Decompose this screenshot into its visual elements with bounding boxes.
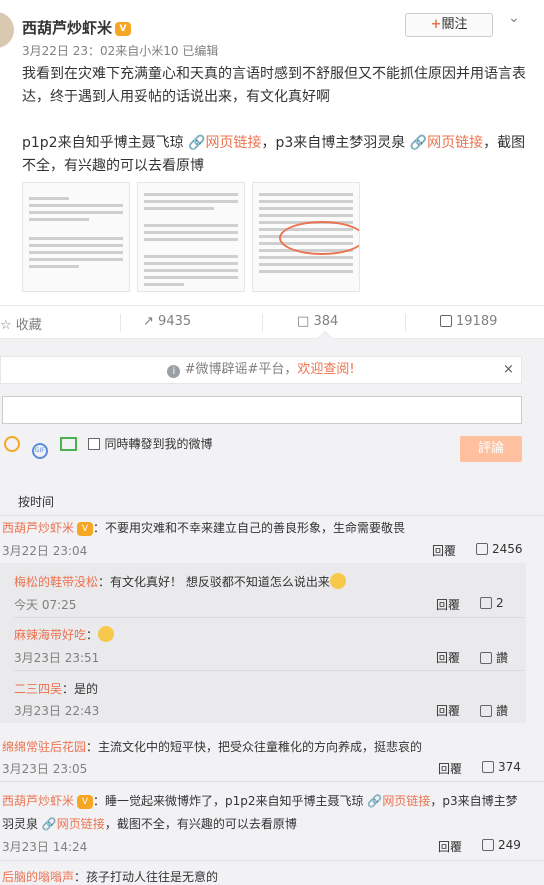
image-icon[interactable]: [59, 437, 77, 451]
thumbnail-1[interactable]: [22, 182, 130, 292]
reply-button[interactable]: 回覆: [436, 649, 460, 666]
comment-author[interactable]: 绵绵常驻后花园: [2, 740, 86, 754]
web-link-1[interactable]: 🔗网页链接: [188, 135, 261, 151]
comment-item: 绵绵常驻后花园：主流文化中的短平快，把受众往童稚化的方向养成，挺悲哀的: [2, 740, 423, 754]
comment-item: 后脑的嗡嗡声：孩子打动人往往是无意的: [2, 870, 219, 884]
comment-input[interactable]: [2, 396, 522, 424]
rumor-notice[interactable]: i #微博辟谣#平台，欢迎查阅!: [0, 356, 522, 384]
avatar[interactable]: [0, 12, 14, 48]
comment-author[interactable]: 西葫芦炒虾米: [2, 521, 74, 535]
submit-comment-button[interactable]: 評論: [460, 436, 522, 462]
thumbs-up-icon: [482, 761, 494, 773]
thumbnail-2[interactable]: [137, 182, 245, 292]
post-text: 我看到在灾难下充满童心和天真的言语时感到不舒服但又不能抓住原因并用语言表达，终于…: [22, 66, 526, 105]
comment-date: 3月22日 23:04: [2, 544, 88, 558]
reply-item: 麻辣海带好吃：: [14, 626, 115, 643]
comment-like-button[interactable]: 讚: [480, 649, 508, 666]
reply-button[interactable]: 回覆: [438, 838, 462, 855]
web-link-2[interactable]: 🔗网页链接: [410, 135, 483, 151]
sort-by-time[interactable]: 按时间: [18, 493, 54, 510]
thumbs-up-icon: [482, 839, 494, 851]
comment-author[interactable]: 梅松的鞋带没松: [14, 575, 98, 589]
reply-button[interactable]: 回覆: [436, 702, 460, 719]
repost-button[interactable]: ↗ 9435: [143, 314, 191, 329]
comment-button[interactable]: □ 384: [297, 314, 338, 329]
post-sources: p1p2来自知乎博主聂飞琼 🔗网页链接，p3来自博主梦羽灵泉 🔗网页链接，截图不…: [22, 135, 526, 174]
reply-button[interactable]: 回覆: [438, 760, 462, 777]
comment-item-cont: 羽灵泉 🔗网页链接，截图不全，有兴趣的可以去看原博: [2, 817, 297, 831]
post-meta: 3月22日 23：02来自小米10 已编辑: [22, 44, 219, 58]
vip-icon: V: [77, 794, 94, 809]
thumbs-up-icon: [480, 652, 492, 664]
repost-checkbox-label: 同時轉發到我的微博: [104, 437, 213, 451]
vip-icon: V: [115, 21, 132, 36]
thumbs-up-icon: [480, 705, 492, 717]
like-button[interactable]: 19189: [440, 314, 497, 329]
comment-author[interactable]: 西葫芦炒虾米: [2, 794, 74, 808]
comment-date: 3月23日 22:43: [14, 704, 100, 718]
reply-item: 二三四吴：是的: [14, 682, 99, 696]
reply-button[interactable]: 回覆: [432, 542, 456, 559]
thumbnail-3[interactable]: [252, 182, 360, 292]
comment-icon: □: [297, 314, 310, 329]
comment-date: 3月23日 23:05: [2, 762, 88, 776]
close-icon[interactable]: ×: [503, 356, 514, 384]
web-link[interactable]: 🔗网页链接: [367, 794, 430, 808]
favorite-button[interactable]: ☆ 收藏: [0, 314, 42, 333]
emoji-icon[interactable]: [4, 436, 20, 452]
thumbs-up-icon: [476, 543, 488, 555]
comment-like-button[interactable]: 2: [480, 596, 504, 610]
thumbs-up-icon: [440, 315, 452, 327]
crying-emoji-icon: [329, 573, 346, 589]
action-bar: ☆ 收藏 ↗ 9435 □ 384 19189: [0, 305, 544, 339]
follow-button[interactable]: +關注: [405, 13, 493, 37]
comment-author[interactable]: 二三四吴: [14, 682, 62, 696]
post-author[interactable]: 西葫芦炒虾米 V: [22, 17, 132, 38]
vip-icon: V: [77, 521, 94, 536]
comment-like-button[interactable]: 249: [482, 838, 521, 852]
reply-button[interactable]: 回覆: [436, 596, 460, 613]
highlight-circle: [279, 221, 359, 255]
star-icon: ☆: [0, 318, 12, 333]
comment-author[interactable]: 麻辣海带好吃: [14, 628, 86, 642]
info-icon: i: [167, 365, 181, 378]
surprised-emoji-icon: [98, 626, 115, 642]
comment-like-button[interactable]: 讚: [480, 702, 508, 719]
chevron-down-icon[interactable]: ⌄: [508, 10, 520, 26]
comment-date: 今天 07:25: [14, 598, 77, 612]
thumbs-up-icon: [480, 597, 492, 609]
reply-item: 梅松的鞋带没松：有文化真好！ 想反驳都不知道怎么说出来: [14, 573, 346, 590]
comment-like-button[interactable]: 374: [482, 760, 521, 774]
composer-tools: GIF 同時轉發到我的微博: [4, 435, 213, 459]
comment-like-button[interactable]: 2456: [476, 542, 523, 556]
comment-item: 西葫芦炒虾米 V ：不要用灾难和不幸来建立自己的善良形象，生命需要敬畏: [2, 521, 406, 536]
comment-item: 西葫芦炒虾米 V ：睡一觉起来微博炸了，p1p2来自知乎博主聂飞琼 🔗网页链接，p3…: [2, 794, 518, 809]
comment-date: 3月23日 23:51: [14, 651, 100, 665]
post-body: 我看到在灾难下充满童心和天真的言语时感到不舒服但又不能抓住原因并用语言表达，终于…: [22, 63, 527, 201]
comment-author[interactable]: 后脑的嗡嗡声: [2, 870, 74, 884]
gif-icon[interactable]: GIF: [31, 443, 48, 459]
web-link[interactable]: 🔗网页链接: [42, 817, 105, 831]
comment-date: 3月23日 14:24: [2, 840, 88, 854]
share-icon: ↗: [143, 314, 154, 329]
repost-checkbox[interactable]: [88, 438, 101, 450]
